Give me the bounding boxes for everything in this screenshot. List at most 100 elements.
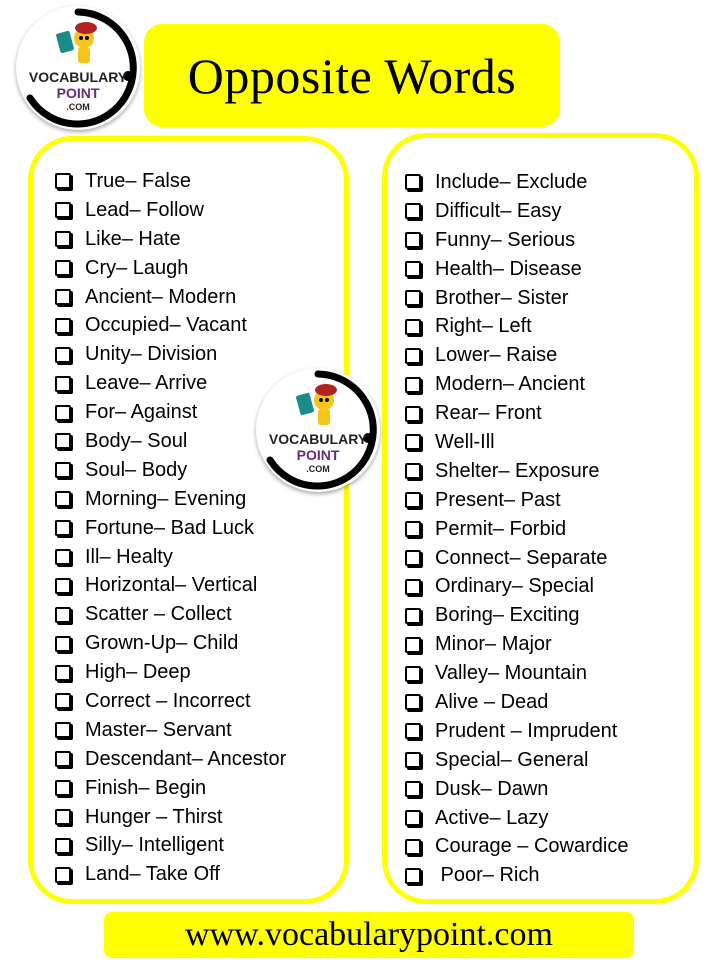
- checkbox-icon: [405, 463, 421, 480]
- checkbox-icon: [55, 346, 71, 363]
- word-pair-text: Shelter– Exposure: [435, 459, 600, 482]
- word-pair-item: Connect– Separate: [403, 544, 628, 573]
- word-pair-text: Grown-Up– Child: [85, 632, 239, 655]
- word-pair-item: Difficult– Easy: [403, 197, 628, 226]
- word-pair-item: Fortune– Bad Luck: [53, 514, 286, 543]
- word-pair-item: Rear– Front: [403, 399, 628, 428]
- word-pair-item: Leave– Arrive: [53, 369, 286, 398]
- checkbox-icon: [405, 521, 421, 538]
- checkbox-icon: [55, 202, 71, 219]
- checkbox-icon: [405, 405, 421, 422]
- word-pair-text: Special– General: [435, 748, 589, 771]
- word-pair-item: Ancient– Modern: [53, 283, 286, 312]
- word-pair-text: True– False: [85, 169, 191, 192]
- checkbox-icon: [405, 607, 421, 624]
- word-pair-text: Horizontal– Vertical: [85, 574, 258, 597]
- word-pair-item: Right– Left: [403, 312, 628, 341]
- vocabulary-point-logo: VOCABULARY POINT .COM: [16, 6, 140, 130]
- word-pair-text: Leave– Arrive: [85, 372, 208, 395]
- checkbox-icon: [55, 664, 71, 681]
- page-title: Opposite Words: [187, 47, 517, 104]
- word-pair-item: Health– Disease: [403, 255, 628, 284]
- word-pair-item: Like– Hate: [53, 225, 286, 254]
- checkbox-icon: [55, 606, 71, 623]
- svg-text:POINT: POINT: [57, 85, 100, 101]
- checkbox-icon: [55, 317, 71, 334]
- word-pair-item: Present– Past: [403, 486, 628, 515]
- checkbox-icon: [405, 723, 421, 740]
- word-pair-text: Dusk– Dawn: [435, 777, 549, 800]
- checkbox-icon: [55, 837, 71, 854]
- word-pair-text: Funny– Serious: [435, 228, 576, 251]
- checkbox-icon: [55, 433, 71, 450]
- checkbox-icon: [405, 232, 421, 249]
- word-pair-text: Land– Take Off: [85, 863, 220, 886]
- word-pair-item: Morning– Evening: [53, 485, 286, 514]
- logo-graphic: VOCABULARY POINT .COM: [266, 370, 377, 490]
- word-pair-item: Lower– Raise: [403, 341, 628, 370]
- checkbox-icon: [55, 809, 71, 826]
- checkbox-icon: [55, 751, 71, 768]
- word-pair-item: Alive – Dead: [403, 688, 628, 717]
- word-pair-text: Ordinary– Special: [435, 575, 594, 598]
- checkbox-icon: [405, 867, 421, 884]
- svg-text:VOCABULARY: VOCABULARY: [269, 431, 368, 447]
- right-word-list-panel: Include– Exclude Difficult– Easy Funny– Se…: [382, 133, 699, 904]
- checkbox-icon: [405, 781, 421, 798]
- word-pair-item: Special– General: [403, 746, 628, 775]
- word-pair-text: Present– Past: [435, 488, 561, 511]
- word-pair-text: Courage – Cowardice: [435, 835, 629, 858]
- word-pair-text: Unity– Division: [85, 343, 218, 366]
- word-pair-item: Minor– Major: [403, 630, 628, 659]
- word-pair-item: True– False: [53, 167, 286, 196]
- word-pair-item: Funny– Serious: [403, 226, 628, 255]
- checkbox-icon: [405, 752, 421, 769]
- word-pair-item: Modern– Ancient: [403, 370, 628, 399]
- word-pair-item: Unity– Division: [53, 340, 286, 369]
- checkbox-icon: [405, 318, 421, 335]
- left-word-list-panel: True– False Lead– Follow Like– Hate Cry– La…: [28, 136, 349, 904]
- word-pair-item: Include– Exclude: [403, 168, 628, 197]
- word-pair-item: Brother– Sister: [403, 284, 628, 313]
- word-pair-item: Soul– Body: [53, 456, 286, 485]
- checkbox-icon: [55, 549, 71, 566]
- word-pair-text: Modern– Ancient: [435, 373, 586, 396]
- checkbox-icon: [405, 550, 421, 567]
- word-pair-text: Rear– Front: [435, 402, 542, 425]
- word-pair-text: Fortune– Bad Luck: [85, 516, 254, 539]
- word-pair-text: Lead– Follow: [85, 198, 204, 221]
- checkbox-icon: [405, 347, 421, 364]
- footer-url: www.vocabularypoint.com: [185, 916, 553, 953]
- checkbox-icon: [55, 289, 71, 305]
- word-pair-text: Occupied– Vacant: [85, 314, 247, 337]
- word-pair-text: Active– Lazy: [435, 806, 549, 829]
- word-pair-item: Well-Ill: [403, 428, 628, 457]
- word-pair-item: Ill– Healty: [53, 543, 286, 572]
- word-pair-item: Hunger – Thirst: [53, 803, 286, 832]
- checkbox-icon: [405, 694, 421, 711]
- word-pair-text: Like– Hate: [85, 227, 181, 250]
- checkbox-icon: [405, 665, 421, 682]
- word-pair-item: Valley– Mountain: [403, 659, 628, 688]
- word-pair-text: High– Deep: [85, 661, 191, 684]
- checkbox-icon: [55, 635, 71, 652]
- word-pair-item: Cry– Laugh: [53, 254, 286, 283]
- checkbox-icon: [55, 577, 71, 594]
- word-pair-item: Dusk– Dawn: [403, 775, 628, 804]
- svg-text:POINT: POINT: [297, 447, 340, 463]
- checkbox-icon: [55, 520, 71, 537]
- word-pair-item: Poor– Rich: [403, 861, 628, 890]
- right-word-list: Include– Exclude Difficult– Easy Funny– Se…: [403, 168, 628, 890]
- word-pair-text: Brother– Sister: [435, 286, 569, 309]
- checkbox-icon: [405, 636, 421, 653]
- word-pair-text: Descendant– Ancestor: [85, 747, 287, 770]
- svg-text:VOCABULARY: VOCABULARY: [29, 69, 128, 85]
- word-pair-item: Courage – Cowardice: [403, 832, 628, 861]
- book-icon: [56, 30, 74, 54]
- word-pair-item: High– Deep: [53, 658, 286, 687]
- word-pair-item: Horizontal– Vertical: [53, 571, 286, 600]
- checkbox-icon: [55, 404, 71, 421]
- word-pair-text: For– Against: [85, 401, 198, 424]
- checkbox-icon: [55, 462, 71, 479]
- word-pair-item: Descendant– Ancestor: [53, 745, 286, 774]
